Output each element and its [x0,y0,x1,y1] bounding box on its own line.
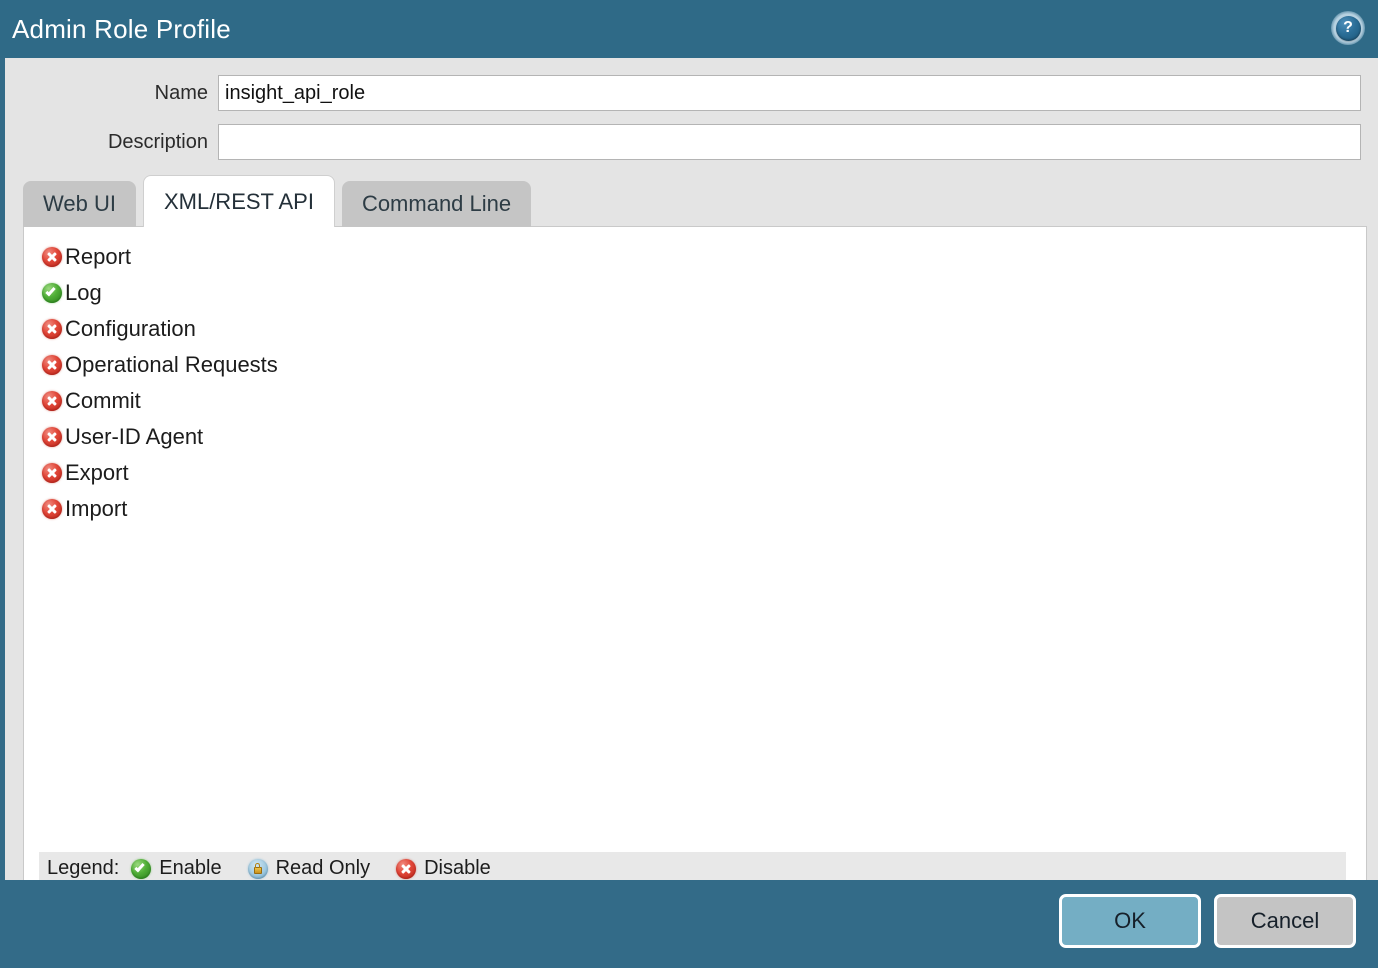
permission-label: Operational Requests [65,352,278,377]
name-label: Name [154,81,208,104]
legend-entry-enable: Enable [131,857,222,880]
disable-icon[interactable] [42,247,62,267]
list-item[interactable]: User-ID Agent [42,419,1356,455]
enable-icon [131,858,152,879]
permission-label: Commit [65,388,141,413]
tab-command-line[interactable]: Command Line [341,181,532,227]
help-icon-glyph: ? [1335,15,1361,41]
disable-icon[interactable] [42,463,62,483]
ok-button[interactable]: OK [1059,894,1201,948]
help-icon[interactable]: ? [1331,11,1365,45]
list-item[interactable]: Log [42,275,1356,311]
permission-label: User-ID Agent [65,424,204,449]
legend-entry-read-only: Read Only [247,857,371,880]
permissions-list: Report Log Configuration Operational Req… [42,239,1356,527]
legend-title: Legend: [47,857,120,879]
disable-icon[interactable] [42,391,62,411]
admin-role-profile-dialog: Admin Role Profile ? Name Description We… [0,0,1378,968]
tab-xml-rest-api[interactable]: XML/REST API [142,175,335,227]
tab-web-ui[interactable]: Web UI [23,181,136,227]
description-row: Description [5,124,1361,160]
dialog-footer: OK Cancel [0,880,1378,968]
permission-label: Log [65,280,102,305]
description-input[interactable] [218,124,1361,160]
permission-label: Configuration [65,316,196,341]
dialog-titlebar: Admin Role Profile ? [0,0,1378,58]
enable-icon[interactable] [42,283,62,303]
dialog-body: Name Description Web UI XML/REST API Com… [5,58,1378,918]
lock-icon [247,858,268,879]
name-input[interactable] [218,75,1361,111]
list-item[interactable]: Commit [42,383,1356,419]
list-item[interactable]: Report [42,239,1356,275]
description-label: Description [107,130,208,153]
disable-icon[interactable] [42,499,62,519]
tab-bar: Web UI XML/REST API Command Line [23,175,538,227]
cancel-button[interactable]: Cancel [1214,894,1356,948]
permission-label: Export [65,460,129,485]
list-item[interactable]: Export [42,455,1356,491]
disable-icon[interactable] [42,319,62,339]
legend-label: Read Only [275,857,371,879]
permission-label: Import [65,496,128,521]
disable-icon[interactable] [42,427,62,447]
name-row: Name [5,75,1361,111]
legend-label: Enable [159,857,222,879]
permission-label: Report [65,244,132,269]
disable-icon [396,858,417,879]
disable-icon[interactable] [42,355,62,375]
legend-entry-disable: Disable [396,857,491,880]
legend-label: Disable [424,857,491,879]
permissions-panel: Report Log Configuration Operational Req… [23,226,1367,918]
list-item[interactable]: Configuration [42,311,1356,347]
page-title: Admin Role Profile [12,14,231,44]
list-item[interactable]: Operational Requests [42,347,1356,383]
list-item[interactable]: Import [42,491,1356,527]
